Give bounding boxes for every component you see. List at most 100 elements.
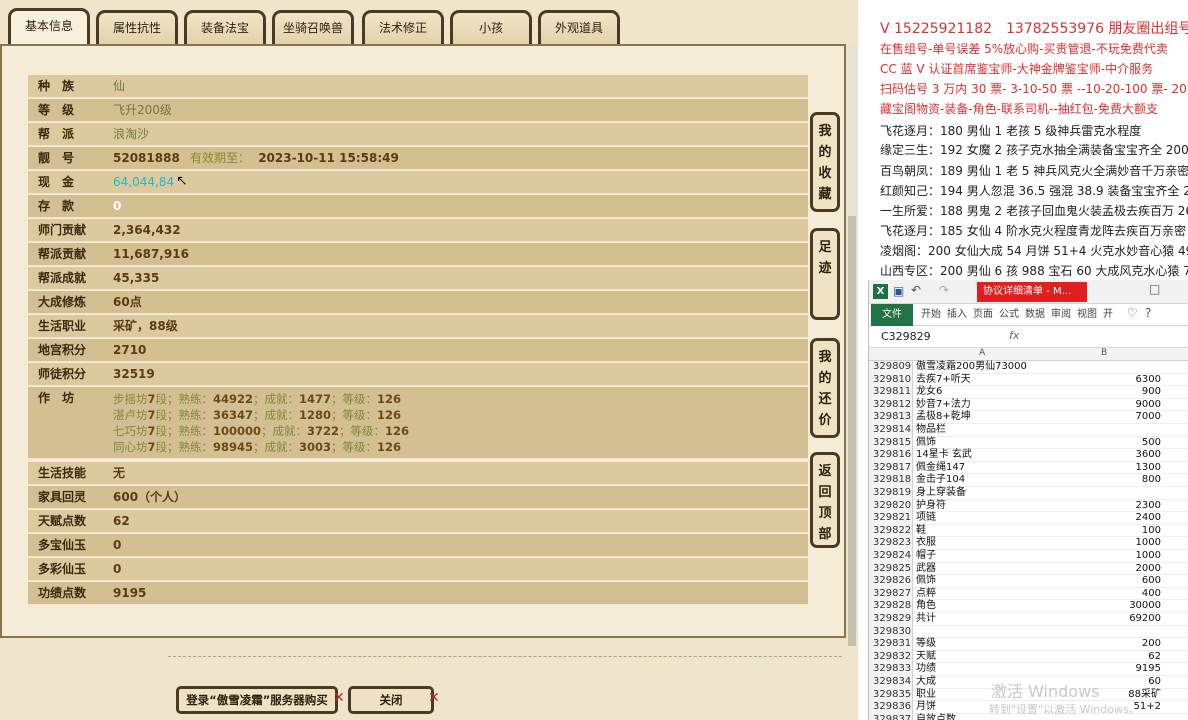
cell-a[interactable]: 天赋 xyxy=(916,651,936,664)
row-number[interactable]: 329828 xyxy=(869,600,913,613)
redo-icon[interactable]: ↷ xyxy=(939,283,949,297)
row-number[interactable]: 329832 xyxy=(869,650,913,664)
cell-a[interactable]: 帽子 xyxy=(916,550,936,563)
row-number[interactable]: 329833 xyxy=(869,663,913,676)
row-number[interactable]: 329835 xyxy=(869,688,913,702)
footprint-button[interactable]: 足迹 xyxy=(810,228,840,320)
cell-b[interactable]: 30000 xyxy=(1051,600,1161,613)
cell-b[interactable]: 600 xyxy=(1051,575,1161,588)
cell-b[interactable]: 6300 xyxy=(1051,374,1161,387)
row-number[interactable]: 329821 xyxy=(869,512,913,525)
row-number[interactable]: 329823 xyxy=(869,537,913,550)
column-b-header[interactable]: B xyxy=(1101,348,1107,358)
row-number[interactable]: 329834 xyxy=(869,676,913,689)
row-number[interactable]: 329817 xyxy=(869,461,913,475)
tab-page[interactable]: 页面 xyxy=(973,304,993,326)
help-icon[interactable]: ? xyxy=(1145,306,1151,320)
cell-a[interactable]: 妙音7+法力 xyxy=(916,399,971,412)
cell-b[interactable]: 3600 xyxy=(1051,449,1161,462)
cell-a[interactable]: 护身符 xyxy=(916,500,946,513)
row-number[interactable]: 329811 xyxy=(869,386,913,399)
row-number[interactable]: 329825 xyxy=(869,562,913,576)
cell-a[interactable]: 物品栏 xyxy=(916,424,946,437)
row-number[interactable]: 329819 xyxy=(869,487,913,500)
cell-b[interactable]: 69200 xyxy=(1051,613,1161,626)
cell-b[interactable]: 62 xyxy=(1051,651,1161,664)
tab-more[interactable]: 开 xyxy=(1103,304,1113,326)
cell-a[interactable]: 自放点数 xyxy=(916,714,956,720)
undo-icon[interactable]: ↶ xyxy=(911,283,921,297)
close-button[interactable]: 关闭 xyxy=(348,686,434,714)
cell-a[interactable]: 鞋 xyxy=(916,525,926,538)
row-number[interactable]: 329814 xyxy=(869,424,913,437)
row-number[interactable]: 329816 xyxy=(869,449,913,462)
tab-insert[interactable]: 插入 xyxy=(947,304,967,326)
column-a-header[interactable]: A xyxy=(979,348,985,358)
cell-a[interactable]: 14星卡 玄武 xyxy=(916,449,972,462)
cell-b[interactable]: 2000 xyxy=(1051,563,1161,576)
cell-b[interactable]: 900 xyxy=(1051,386,1161,399)
row-number[interactable]: 329830 xyxy=(869,625,913,639)
cell-a[interactable]: 项链 xyxy=(916,512,936,525)
cell-b[interactable]: 2300 xyxy=(1051,500,1161,513)
save-icon[interactable]: ▣ xyxy=(893,284,904,298)
row-number[interactable]: 329812 xyxy=(869,398,913,412)
cell-a[interactable]: 去疾7+听天 xyxy=(916,374,971,387)
row-number[interactable]: 329818 xyxy=(869,474,913,487)
cell-b[interactable]: 800 xyxy=(1051,474,1161,487)
tab-review[interactable]: 审阅 xyxy=(1051,304,1071,326)
maximize-icon[interactable]: □ xyxy=(1149,282,1160,296)
cell-a[interactable]: 佩金绳147 xyxy=(916,462,965,475)
cell-b[interactable]: 7000 xyxy=(1051,411,1161,424)
back-to-top-button[interactable]: 返回顶部 xyxy=(810,452,840,548)
row-number[interactable]: 329827 xyxy=(869,587,913,601)
row-number[interactable]: 329837 xyxy=(869,713,913,720)
cell-a[interactable]: 佩饰 xyxy=(916,575,936,588)
cell-a[interactable]: 佩饰 xyxy=(916,437,936,450)
tab-home[interactable]: 开始 xyxy=(921,304,941,326)
cell-a[interactable]: 金击子104 xyxy=(916,474,965,487)
cell-a[interactable]: 等级 xyxy=(916,638,936,651)
tab-formula[interactable]: 公式 xyxy=(999,304,1019,326)
fx-icon[interactable]: fx xyxy=(1009,329,1019,342)
row-number[interactable]: 329826 xyxy=(869,575,913,588)
cell-a[interactable]: 傲雪凌霜200男仙73000 xyxy=(916,361,1027,374)
cell-a[interactable]: 职业 xyxy=(916,689,936,702)
tab-view[interactable]: 视图 xyxy=(1077,304,1097,326)
my-bargain-button[interactable]: 我的还价 xyxy=(810,338,840,438)
scrollbar[interactable] xyxy=(846,46,858,646)
cell-b[interactable]: 2400 xyxy=(1051,512,1161,525)
cell-b[interactable]: 100 xyxy=(1051,525,1161,538)
row-number[interactable]: 329810 xyxy=(869,373,913,387)
row-number[interactable]: 329829 xyxy=(869,613,913,626)
cell-b[interactable]: 9000 xyxy=(1051,399,1161,412)
cell-b[interactable]: 1000 xyxy=(1051,550,1161,563)
cell-a[interactable]: 角色 xyxy=(916,600,936,613)
cell-a[interactable]: 共计 xyxy=(916,613,936,626)
row-number[interactable]: 329822 xyxy=(869,524,913,538)
cell-a[interactable]: 武器 xyxy=(916,563,936,576)
cell-a[interactable]: 月饼 xyxy=(916,701,936,714)
row-number[interactable]: 329809 xyxy=(869,361,913,374)
login-server-buy-button[interactable]: 登录“傲雪凌霜”服务器购买 xyxy=(176,686,338,714)
cell-a[interactable]: 身上穿装备 xyxy=(916,487,966,500)
ribbon-collapse-icon[interactable]: ♡ xyxy=(1127,306,1138,320)
cell-b[interactable]: 1300 xyxy=(1051,462,1161,475)
row-number[interactable]: 329820 xyxy=(869,499,913,513)
tab-file[interactable]: 文件 xyxy=(871,304,913,326)
row-number[interactable]: 329815 xyxy=(869,436,913,450)
cell-b[interactable]: 200 xyxy=(1051,638,1161,651)
cell-a[interactable]: 大成 xyxy=(916,676,936,689)
tab-data[interactable]: 数据 xyxy=(1025,304,1045,326)
row-number[interactable]: 329836 xyxy=(869,701,913,714)
cell-a[interactable]: 功绩 xyxy=(916,663,936,676)
name-box[interactable]: C329829 xyxy=(881,330,931,343)
my-favorites-button[interactable]: 我的收藏 xyxy=(810,112,840,212)
cell-b[interactable]: 500 xyxy=(1051,437,1161,450)
row-number[interactable]: 329824 xyxy=(869,550,913,563)
row-number[interactable]: 329813 xyxy=(869,411,913,424)
cell-a[interactable]: 龙女6 xyxy=(916,386,942,399)
cell-a[interactable]: 点粹 xyxy=(916,588,936,601)
cell-b[interactable]: 1000 xyxy=(1051,537,1161,550)
scrollbar-thumb[interactable] xyxy=(848,216,856,646)
